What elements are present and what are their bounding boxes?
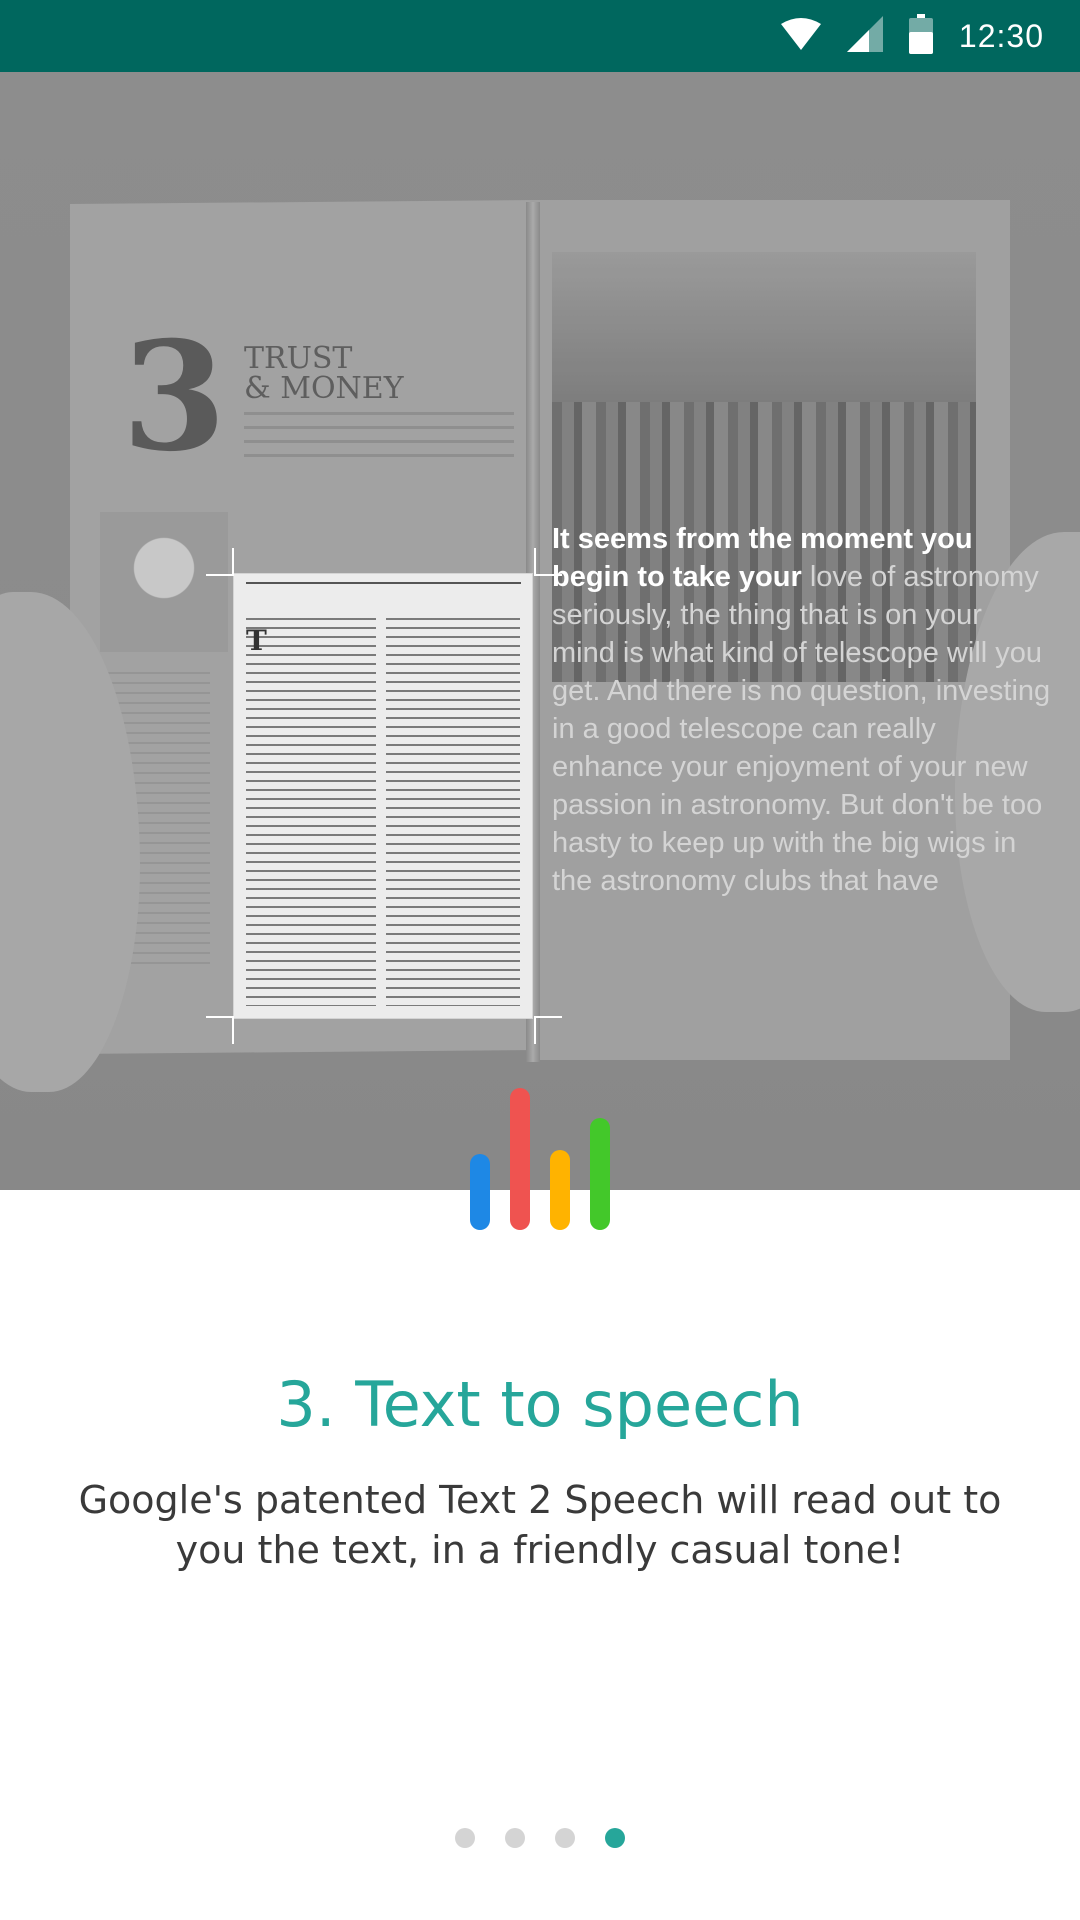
speech-bar <box>470 1154 490 1230</box>
magazine-subtitle <box>244 412 514 468</box>
cell-signal-icon <box>846 16 883 56</box>
onboarding-description: Google's patented Text 2 Speech will rea… <box>78 1478 1002 1572</box>
page-dot[interactable] <box>505 1828 525 1848</box>
portrait-photo <box>100 512 228 652</box>
speech-bar <box>590 1118 610 1230</box>
onboarding-title: 3. Text to speech <box>276 1368 804 1441</box>
scan-corner-bottom-left <box>206 1016 234 1044</box>
page-dot[interactable] <box>555 1828 575 1848</box>
drop-cap: T <box>246 624 267 657</box>
page-dot[interactable] <box>605 1828 625 1848</box>
magazine-title-line: TRUST <box>244 341 353 376</box>
magazine-title: TRUST & MONEY <box>244 344 404 404</box>
scan-corner-top-left <box>206 548 234 576</box>
status-clock: 12:30 <box>958 17 1044 54</box>
magazine-title-line: & MONEY <box>244 371 404 406</box>
status-bar: 12:30 <box>0 0 1080 72</box>
speech-bar <box>550 1150 570 1230</box>
page-dot[interactable] <box>455 1828 475 1848</box>
speech-bars-icon <box>470 1088 610 1230</box>
magazine-page-number: 3 <box>122 309 227 485</box>
scan-corner-bottom-right <box>534 1016 562 1044</box>
battery-icon <box>908 14 933 58</box>
remaining-text: love of astronomy seriously, the thing t… <box>552 561 1051 897</box>
hero-image: 3 TRUST & MONEY T It seems from the mome… <box>0 72 1080 1190</box>
scanned-text-region: T <box>234 574 532 1018</box>
speech-bar <box>510 1088 530 1230</box>
tts-reading-text: It seems from the moment you begin to ta… <box>552 520 1052 900</box>
page-indicator <box>0 1828 1080 1848</box>
wifi-icon <box>780 18 821 54</box>
